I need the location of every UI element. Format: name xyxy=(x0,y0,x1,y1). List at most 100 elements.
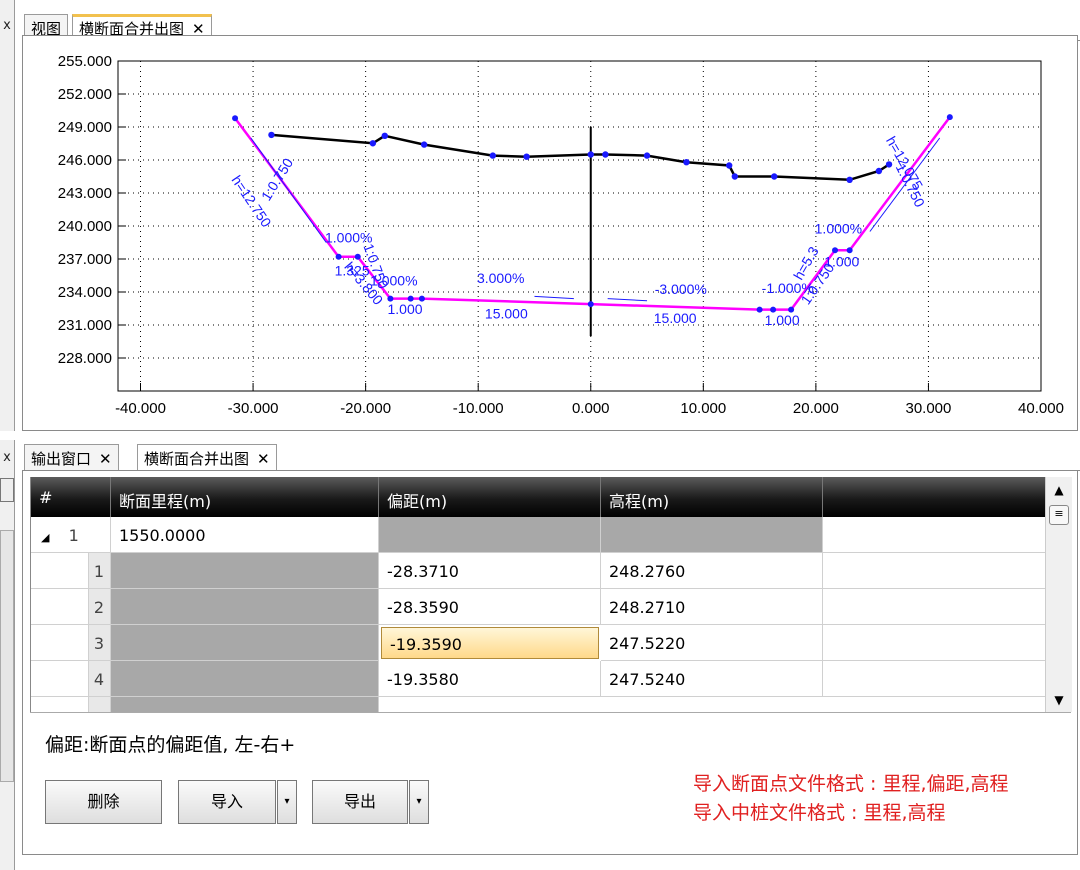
column-header-station[interactable]: 断面里程(m) xyxy=(111,477,379,517)
close-icon[interactable]: x xyxy=(0,450,14,465)
bottom-tabbar: 输出窗口 ✕ 横断面合并出图 ✕ xyxy=(22,440,1080,471)
tab-label: 横断面合并出图 xyxy=(144,450,250,468)
chart-pane: -40.000 -30.000 -20.000 -10.000 0.000 10.000 2… xyxy=(22,35,1078,431)
row-indent xyxy=(31,553,89,589)
row-offset[interactable]: -19.3580 xyxy=(379,661,601,697)
tab-output-window[interactable]: 输出窗口 ✕ xyxy=(24,444,119,470)
ground-point xyxy=(489,152,497,159)
row-station xyxy=(111,661,379,697)
hint-import-section-format: 导入断面点文件格式 : 里程,偏距,高程 xyxy=(693,773,1009,795)
x-tick-label: -40.000 xyxy=(115,400,166,417)
left-dock-strip xyxy=(0,0,15,431)
column-header-offset[interactable]: 偏距(m) xyxy=(379,477,601,517)
ground-point xyxy=(523,153,530,160)
scroll-thumb[interactable]: ≡ xyxy=(1049,505,1069,525)
x-tick-label: -30.000 xyxy=(228,400,279,417)
row-elevation[interactable]: 247.5240 xyxy=(601,661,823,697)
export-dropdown-arrow-icon[interactable]: ▾ xyxy=(409,780,429,824)
dimension-label: 1.000 xyxy=(765,312,800,328)
row-index[interactable]: 4 xyxy=(89,661,111,697)
group-station[interactable]: 1550.0000 xyxy=(111,517,379,553)
dimension-label: 15.000 xyxy=(654,310,697,326)
close-icon[interactable]: x xyxy=(0,18,14,33)
row-index[interactable]: 3 xyxy=(89,625,111,661)
design-point xyxy=(946,114,953,121)
y-tick-label: 231.000 xyxy=(58,317,112,334)
row-station xyxy=(111,589,379,625)
dimension-label: -3.000% xyxy=(655,281,707,297)
ground-point xyxy=(846,176,853,183)
x-tick-label: -10.000 xyxy=(453,400,504,417)
export-button[interactable]: 导出 xyxy=(312,780,408,824)
row-index[interactable]: 1 xyxy=(89,553,111,589)
x-tick-label: 30.000 xyxy=(905,400,951,417)
close-icon[interactable]: ✕ xyxy=(257,450,270,468)
row-index[interactable]: 2 xyxy=(89,589,111,625)
row-index xyxy=(89,697,111,712)
ground-point xyxy=(731,173,739,180)
row-offset[interactable]: -28.3590 xyxy=(379,589,601,625)
design-point xyxy=(587,301,594,308)
expander-icon[interactable]: ◢ xyxy=(41,531,49,544)
x-tick-label: -20.000 xyxy=(340,400,391,417)
left-scrollbar-thumb[interactable] xyxy=(0,530,14,782)
row-indent xyxy=(31,697,89,712)
x-tick-label: 0.000 xyxy=(572,400,610,417)
import-button[interactable]: 导入 xyxy=(178,780,276,824)
design-point xyxy=(846,247,853,254)
dimension-label: 3.000% xyxy=(477,270,524,286)
ground-point xyxy=(369,140,377,147)
design-point xyxy=(832,247,839,254)
y-tick-label: 228.000 xyxy=(58,350,112,367)
delete-button[interactable]: 删除 xyxy=(45,780,162,824)
row-indent xyxy=(31,661,89,697)
ground-point xyxy=(726,162,733,169)
y-tick-label: 246.000 xyxy=(58,152,112,169)
group-index: 1 xyxy=(68,526,79,545)
row-elevation[interactable]: 248.2760 xyxy=(601,553,823,589)
y-tick-label: 255.000 xyxy=(58,53,112,70)
x-tick-label: 40.000 xyxy=(1018,400,1064,417)
dimension-label: 15.000 xyxy=(485,305,528,321)
column-header-elevation[interactable]: 高程(m) xyxy=(601,477,823,517)
row-elevation[interactable]: 247.5220 xyxy=(601,625,823,661)
divider xyxy=(30,712,1071,713)
group-cell-empty xyxy=(823,517,1046,553)
ground-point xyxy=(268,131,275,139)
ground-point xyxy=(420,141,428,148)
column-header-index[interactable]: # xyxy=(31,477,111,517)
left-dock-button[interactable] xyxy=(0,478,14,502)
row-offset-selected[interactable]: -19.3590 xyxy=(381,627,599,659)
row-empty xyxy=(823,589,1046,625)
scroll-down-icon[interactable]: ▼ xyxy=(1048,689,1070,711)
row-indent xyxy=(31,589,89,625)
data-grid: # 断面里程(m) 偏距(m) 高程(m) ◢ 1 1550.0000 1 -2… xyxy=(30,477,1046,712)
group-expander[interactable]: ◢ 1 xyxy=(31,517,111,553)
scroll-up-icon[interactable]: ▲ xyxy=(1048,479,1070,501)
dimension-label: 1.000% xyxy=(370,272,417,288)
row-elevation[interactable]: 248.2710 xyxy=(601,589,823,625)
ground-point xyxy=(885,161,893,168)
y-tick-label: 252.000 xyxy=(58,86,112,103)
y-tick-label: 240.000 xyxy=(58,218,112,235)
column-header-empty xyxy=(823,477,1046,517)
tab-label: 输出窗口 xyxy=(31,450,92,468)
field-description: 偏距:断面点的偏距值, 左-右+ xyxy=(45,734,296,756)
row-empty xyxy=(823,553,1046,589)
dimension-label: 1.000% xyxy=(325,230,372,246)
plot-area xyxy=(117,60,1042,392)
row-empty xyxy=(823,661,1046,697)
y-tick-label: 237.000 xyxy=(58,251,112,268)
group-cell-offset xyxy=(379,517,601,553)
y-tick-label: 249.000 xyxy=(58,119,112,136)
hint-import-center-format: 导入中桩文件格式 : 里程,高程 xyxy=(693,802,946,824)
ground-point xyxy=(875,167,883,175)
design-point xyxy=(756,306,763,313)
tab-cross-section-merge[interactable]: 横断面合并出图 ✕ xyxy=(137,444,277,471)
grid-vertical-scrollbar[interactable]: ▲ ≡ ▼ xyxy=(1045,477,1072,712)
close-icon[interactable]: ✕ xyxy=(99,450,112,468)
row-offset[interactable]: -28.3710 xyxy=(379,553,601,589)
design-point xyxy=(354,253,361,260)
import-dropdown-arrow-icon[interactable]: ▾ xyxy=(277,780,297,824)
dimension-label: 1.000 xyxy=(388,301,423,317)
